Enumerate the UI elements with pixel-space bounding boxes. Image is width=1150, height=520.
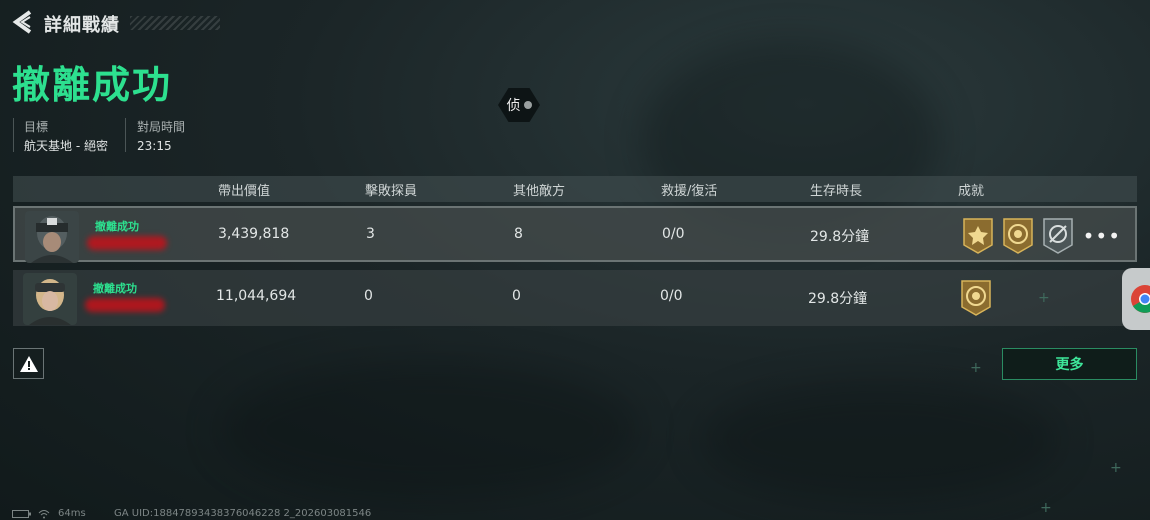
more-button[interactable]: 更多 bbox=[1002, 348, 1137, 380]
extraction-status-title: 撤離成功 bbox=[12, 63, 173, 107]
back-arrow-icon bbox=[12, 10, 32, 34]
battery-icon bbox=[12, 510, 31, 518]
col-achievements: 成就 bbox=[958, 184, 985, 199]
player-status: 撤離成功 bbox=[93, 282, 137, 295]
title-decoration bbox=[130, 16, 220, 30]
col-survival-time: 生存時長 bbox=[810, 184, 863, 199]
gold-target-medal-icon[interactable] bbox=[1001, 217, 1035, 255]
survival-time-value: 29.8分鐘 bbox=[810, 229, 870, 245]
ping-readout: 64ms bbox=[58, 508, 86, 519]
kills-value: 3 bbox=[366, 226, 375, 242]
uid-readout: GA UID:18847893438376046228 2_2026030815… bbox=[114, 508, 372, 519]
table-row[interactable]: 撤離成功 3,439,818 3 8 0/0 29.8分鐘 ••• bbox=[13, 206, 1137, 263]
dot-icon bbox=[523, 101, 532, 109]
match-time-label: 對局時間 bbox=[137, 120, 186, 134]
extracted-value: 3,439,818 bbox=[218, 226, 290, 242]
crosshair-mark: + bbox=[970, 360, 982, 376]
other-enemies-value: 0 bbox=[512, 288, 521, 304]
target-info: 目標 航天基地 - 絕密 bbox=[24, 118, 108, 156]
redacted-player-name bbox=[85, 298, 165, 312]
target-label: 目標 bbox=[24, 120, 49, 134]
extracted-value: 11,044,694 bbox=[216, 288, 297, 304]
divider bbox=[125, 118, 126, 152]
other-enemies-value: 8 bbox=[514, 226, 523, 242]
spy-badge-label: 侦 bbox=[506, 98, 521, 114]
wifi-icon bbox=[38, 510, 50, 519]
table-header: 帶出價值 擊敗探員 其他敵方 救援/復活 生存時長 成就 bbox=[13, 176, 1137, 202]
player-avatar bbox=[23, 273, 77, 325]
chrome-icon bbox=[1131, 285, 1150, 313]
page-title: 詳細戰績 bbox=[44, 15, 120, 36]
silver-crosshair-medal-icon[interactable] bbox=[1041, 217, 1075, 255]
col-rescue: 救援/復活 bbox=[661, 184, 718, 199]
table-row[interactable]: 撤離成功 11,044,694 0 0 0/0 29.8分鐘 bbox=[13, 270, 1137, 326]
target-value: 航天基地 - 絕密 bbox=[24, 139, 108, 153]
player-avatar bbox=[25, 211, 79, 263]
survival-time-value: 29.8分鐘 bbox=[808, 291, 868, 307]
match-time-value: 23:15 bbox=[137, 139, 172, 153]
browser-float-tab[interactable] bbox=[1122, 268, 1150, 330]
more-options-button[interactable]: ••• bbox=[1083, 224, 1121, 248]
player-status: 撤離成功 bbox=[95, 220, 139, 233]
rescue-value: 0/0 bbox=[660, 288, 683, 304]
report-warning-button[interactable] bbox=[13, 348, 44, 379]
col-extracted-value: 帶出價值 bbox=[218, 184, 271, 199]
crosshair-mark: + bbox=[1040, 500, 1052, 516]
col-other-enemies: 其他敵方 bbox=[513, 184, 566, 199]
match-time-info: 對局時間 23:15 bbox=[137, 118, 185, 156]
redacted-player-name bbox=[87, 236, 167, 250]
warning-icon bbox=[19, 355, 38, 372]
rescue-value: 0/0 bbox=[662, 226, 685, 242]
kills-value: 0 bbox=[364, 288, 373, 304]
spy-badge[interactable]: 侦 bbox=[498, 88, 540, 122]
gold-star-medal-icon[interactable] bbox=[961, 217, 995, 255]
crosshair-mark: + bbox=[1110, 460, 1122, 476]
crosshair-mark: + bbox=[1038, 290, 1050, 306]
divider bbox=[13, 118, 14, 152]
col-kills: 擊敗探員 bbox=[365, 184, 418, 199]
back-button[interactable] bbox=[10, 8, 36, 36]
gold-target-medal-icon[interactable] bbox=[959, 279, 993, 317]
